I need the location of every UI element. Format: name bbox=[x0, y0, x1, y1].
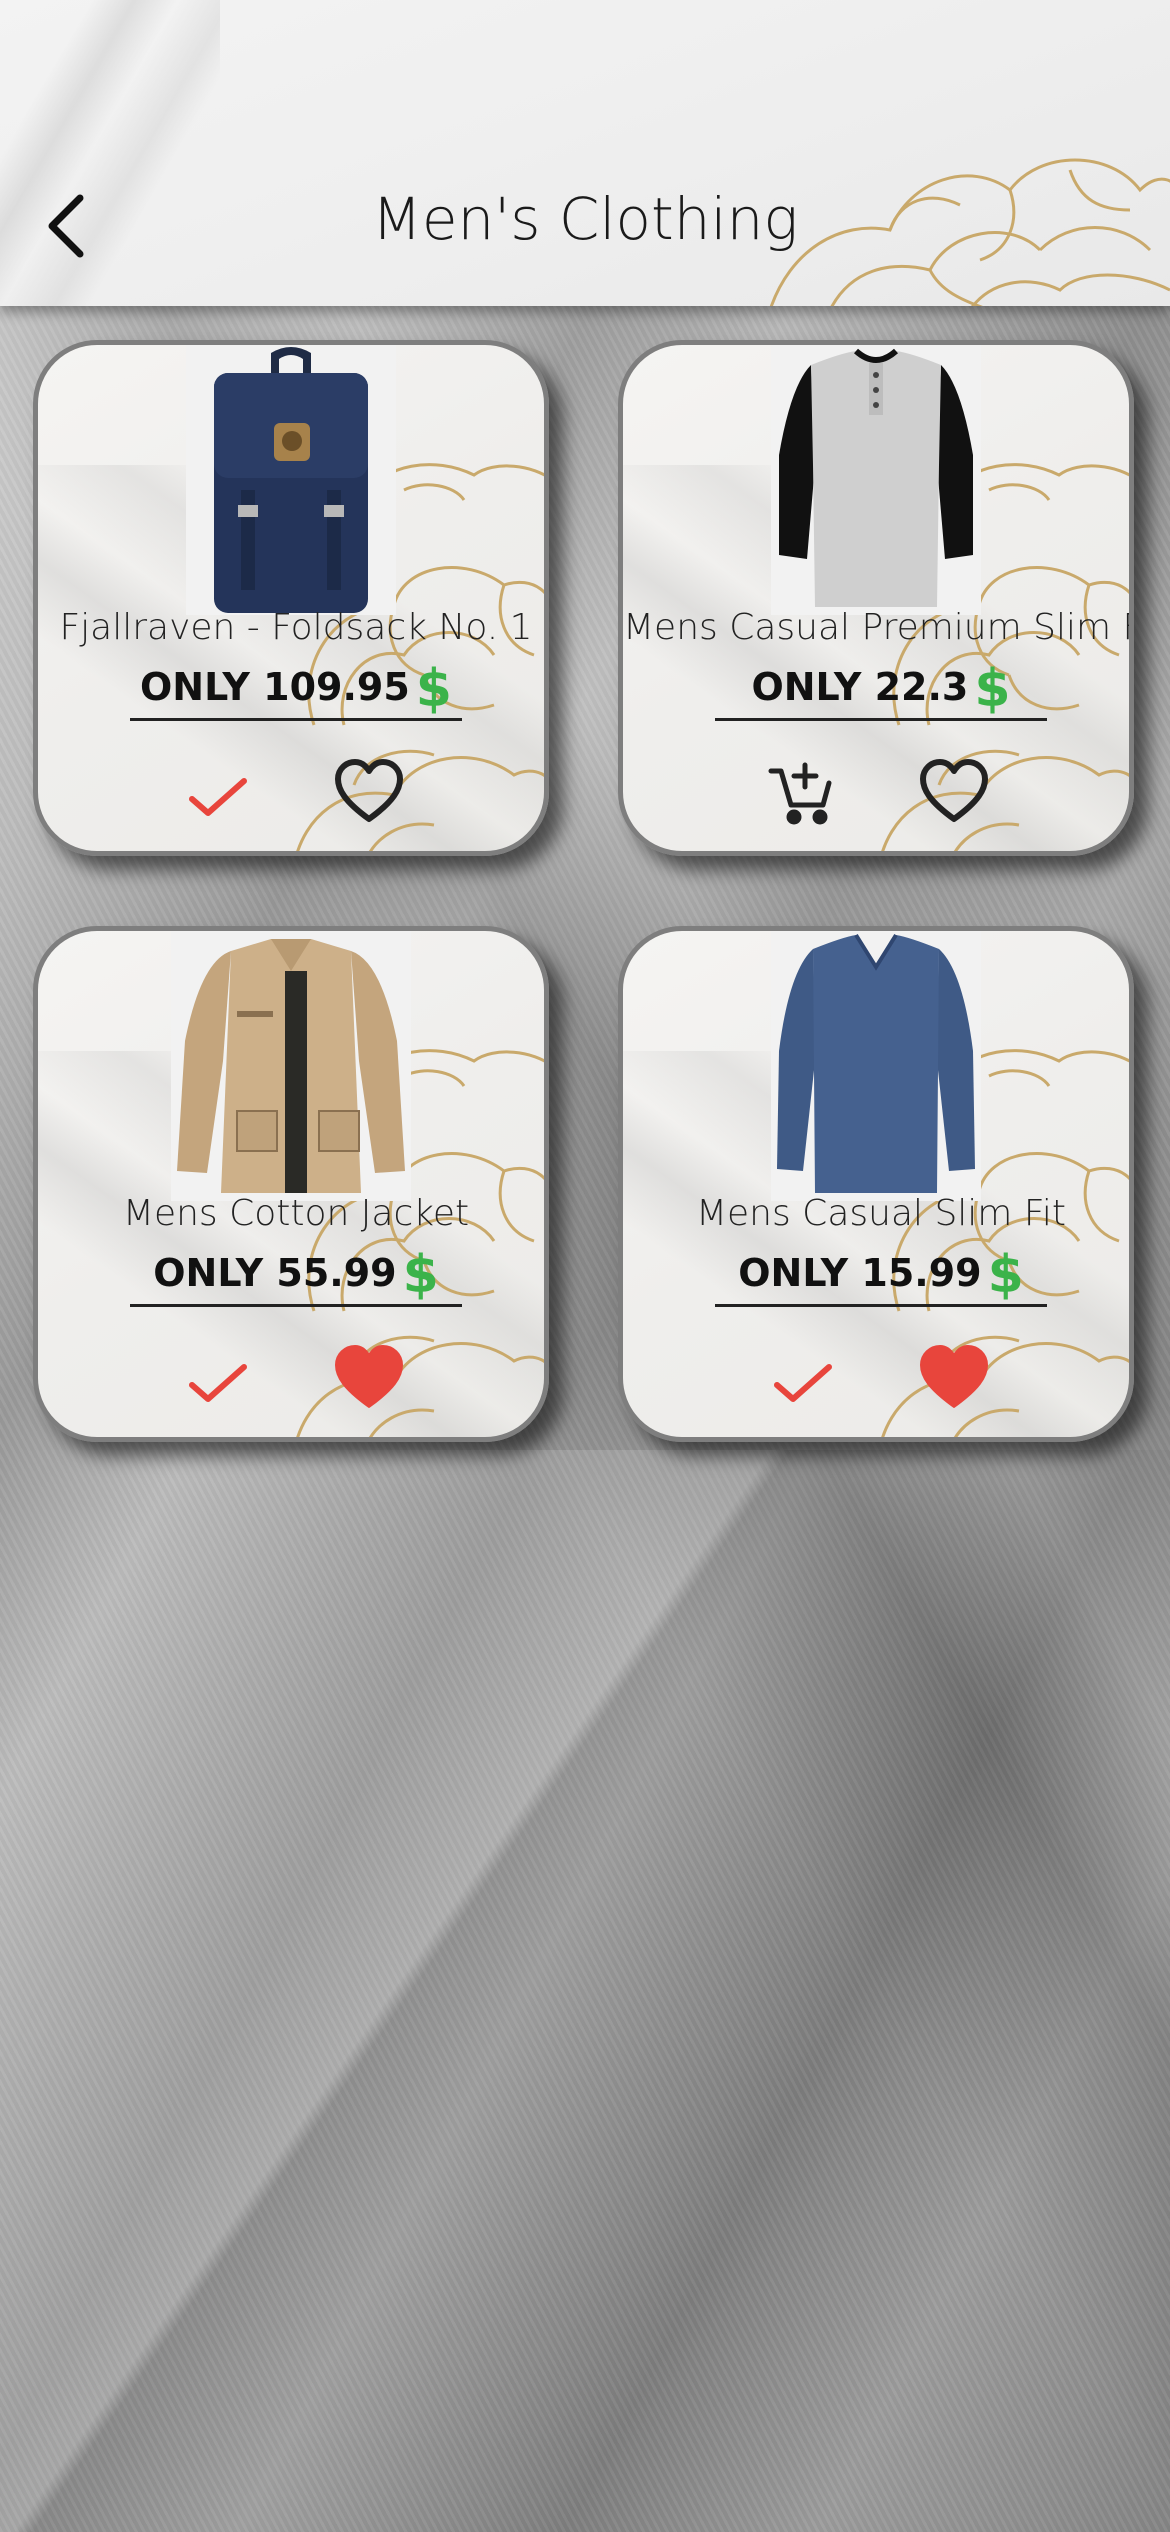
product-price: ONLY 15.99 $ bbox=[623, 1239, 1129, 1305]
product-image-henley-shirt bbox=[771, 345, 981, 615]
dollar-icon: $ bbox=[974, 659, 1011, 719]
price-prefix: ONLY bbox=[751, 665, 862, 709]
product-price: ONLY 22.3 $ bbox=[623, 653, 1129, 719]
product-name: Mens Casual Slim Fit bbox=[695, 1193, 1067, 1234]
product-name: Mens Cotton Jacket bbox=[122, 1193, 470, 1234]
heart-filled-icon[interactable] bbox=[334, 1345, 404, 1411]
product-price: ONLY 55.99 $ bbox=[38, 1239, 544, 1305]
product-card[interactable]: Fjallraven - Foldsack No. 1 ONLY 109.95 $ bbox=[33, 340, 549, 856]
add-to-cart-icon[interactable] bbox=[767, 757, 837, 827]
product-image-cotton-jacket bbox=[171, 931, 411, 1201]
heart-outline-icon[interactable] bbox=[334, 759, 404, 825]
page-title: Men's Clothing bbox=[371, 185, 799, 253]
dollar-icon: $ bbox=[402, 1245, 439, 1305]
check-icon[interactable] bbox=[186, 1349, 250, 1413]
dollar-icon: $ bbox=[987, 1245, 1024, 1305]
product-image-slim-fit-shirt bbox=[771, 931, 981, 1201]
product-name: Mens Casual Premium Slim Fit bbox=[623, 607, 1134, 648]
product-image-backpack bbox=[186, 345, 396, 615]
divider bbox=[130, 718, 462, 721]
dollar-icon: $ bbox=[415, 659, 452, 719]
check-icon[interactable] bbox=[771, 1349, 835, 1413]
product-card[interactable]: Mens Cotton Jacket ONLY 55.99 $ bbox=[33, 926, 549, 1442]
product-price: ONLY 109.95 $ bbox=[38, 653, 544, 719]
product-name: Fjallraven - Foldsack No. 1 bbox=[59, 607, 533, 648]
price-prefix: ONLY bbox=[140, 665, 250, 709]
marble-texture bbox=[0, 0, 220, 306]
app-header: Men's Clothing bbox=[0, 0, 1170, 306]
divider bbox=[130, 1304, 462, 1307]
heart-filled-icon[interactable] bbox=[919, 1345, 989, 1411]
divider bbox=[715, 1304, 1047, 1307]
check-icon[interactable] bbox=[186, 763, 250, 827]
price-value: 15.99 bbox=[861, 1251, 982, 1295]
price-value: 109.95 bbox=[263, 665, 410, 709]
price-value: 22.3 bbox=[874, 665, 969, 709]
heart-outline-icon[interactable] bbox=[919, 759, 989, 825]
price-prefix: ONLY bbox=[738, 1251, 849, 1295]
price-value: 55.99 bbox=[276, 1251, 397, 1295]
product-card[interactable]: Mens Casual Premium Slim Fit ONLY 22.3 $ bbox=[618, 340, 1134, 856]
price-prefix: ONLY bbox=[153, 1251, 264, 1295]
product-card[interactable]: Mens Casual Slim Fit ONLY 15.99 $ bbox=[618, 926, 1134, 1442]
divider bbox=[715, 718, 1047, 721]
